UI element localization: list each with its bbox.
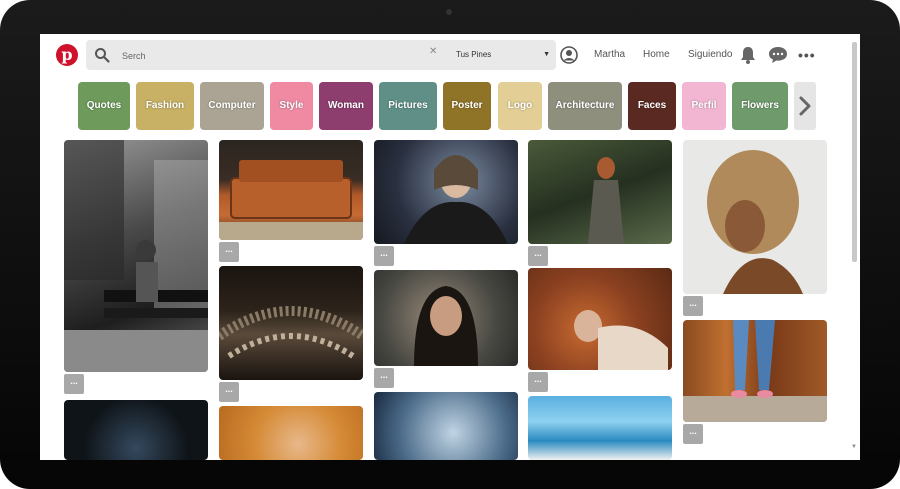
app-screen: p ✕ Tus Pines ▼ Martha Home Siguiendo [40, 34, 860, 460]
category-label: Style [279, 100, 304, 111]
search-input[interactable] [120, 45, 404, 67]
category-style[interactable]: Style [270, 82, 313, 130]
jeans-illustration [683, 320, 827, 422]
category-label: Poster [451, 100, 483, 111]
pin-more-button[interactable]: ... [528, 372, 548, 392]
pin-image-typewriter[interactable] [219, 266, 363, 380]
category-pictures[interactable]: Pictures [379, 82, 437, 130]
pinterest-logo[interactable]: p [56, 44, 78, 66]
pin-image-pocket-watch[interactable] [64, 400, 208, 460]
category-label: Fashion [145, 100, 185, 111]
category-label: Flowers [741, 100, 779, 111]
category-poster[interactable]: Poster [443, 82, 491, 130]
category-label: Computer [208, 100, 256, 111]
monitor-bezel: p ✕ Tus Pines ▼ Martha Home Siguiendo [0, 0, 900, 489]
category-label: Logo [507, 100, 533, 111]
scroll-down-icon[interactable]: ▼ [851, 444, 857, 450]
typewriter-illustration [219, 306, 363, 359]
suitcase-illustration [219, 160, 363, 240]
camera-dot [446, 9, 452, 15]
pin-more-button[interactable]: ... [374, 246, 394, 266]
category-label: Quotes [86, 100, 122, 111]
category-label: Pictures [388, 100, 428, 111]
bench-illustration [64, 140, 208, 372]
pins-filter-select[interactable]: Tus Pines ▼ [448, 42, 554, 68]
more-options-icon[interactable]: ••• [798, 44, 816, 66]
portrait-illustration [404, 155, 508, 244]
clear-search-icon[interactable]: ✕ [429, 46, 437, 57]
category-woman[interactable]: Woman [319, 82, 373, 130]
pin-more-button[interactable]: ... [219, 242, 239, 262]
category-fashion[interactable]: Fashion [136, 82, 194, 130]
pin-more-button[interactable]: ... [374, 368, 394, 388]
pin-more-button[interactable]: ... [64, 374, 84, 394]
chevron-right-icon[interactable] [794, 82, 816, 130]
bell-icon[interactable] [738, 45, 758, 65]
home-link[interactable]: Home [643, 44, 670, 66]
pin-image-blonde-woman[interactable] [219, 406, 363, 460]
user-name-link[interactable]: Martha [594, 44, 625, 66]
category-flowers[interactable]: Flowers [732, 82, 788, 130]
portrait-illustration [414, 286, 478, 366]
search-bar: ✕ Tus Pines ▼ [86, 40, 556, 70]
pin-image-suitcase[interactable] [219, 140, 363, 240]
pin-more-button[interactable]: ... [683, 296, 703, 316]
pin-more-button[interactable]: ... [683, 424, 703, 444]
scrollbar[interactable] [852, 42, 857, 262]
pins-filter-label: Tus Pines [456, 50, 492, 59]
pin-image-woman-leaves[interactable] [528, 268, 672, 370]
following-link[interactable]: Siguiendo [688, 44, 732, 66]
category-perfil[interactable]: Perfil [682, 82, 726, 130]
category-architecture[interactable]: Architecture [548, 82, 622, 130]
user-avatar-icon[interactable] [560, 46, 578, 64]
pin-image-curly-hair-woman[interactable] [683, 140, 827, 294]
category-label: Architecture [555, 100, 615, 111]
pin-image-jeans-sneakers[interactable] [683, 320, 827, 422]
category-quotes[interactable]: Quotes [78, 82, 130, 130]
leaves-illustration [574, 310, 668, 370]
pin-image-woman-fur[interactable] [374, 140, 518, 244]
pin-image-beach[interactable] [528, 396, 672, 460]
category-label: Woman [328, 100, 364, 111]
pin-more-button[interactable]: ... [219, 382, 239, 402]
portrait-illustration [707, 150, 803, 294]
pin-image-woman-dark-hair[interactable] [374, 270, 518, 366]
chevron-down-icon: ▼ [543, 51, 550, 58]
pin-image-old-man-bench[interactable] [64, 140, 208, 372]
search-icon[interactable] [94, 47, 110, 63]
forest-illustration [588, 157, 624, 244]
pin-image-redhead-forest[interactable] [528, 140, 672, 244]
pin-more-button[interactable]: ... [528, 246, 548, 266]
category-label: Perfil [691, 100, 717, 111]
chat-icon[interactable] [767, 45, 789, 65]
category-faces[interactable]: Faces [628, 82, 676, 130]
category-label: Faces [637, 100, 667, 111]
pin-image-woman-winter-hat[interactable] [374, 392, 518, 460]
category-computer[interactable]: Computer [200, 82, 264, 130]
category-logo[interactable]: Logo [498, 82, 542, 130]
